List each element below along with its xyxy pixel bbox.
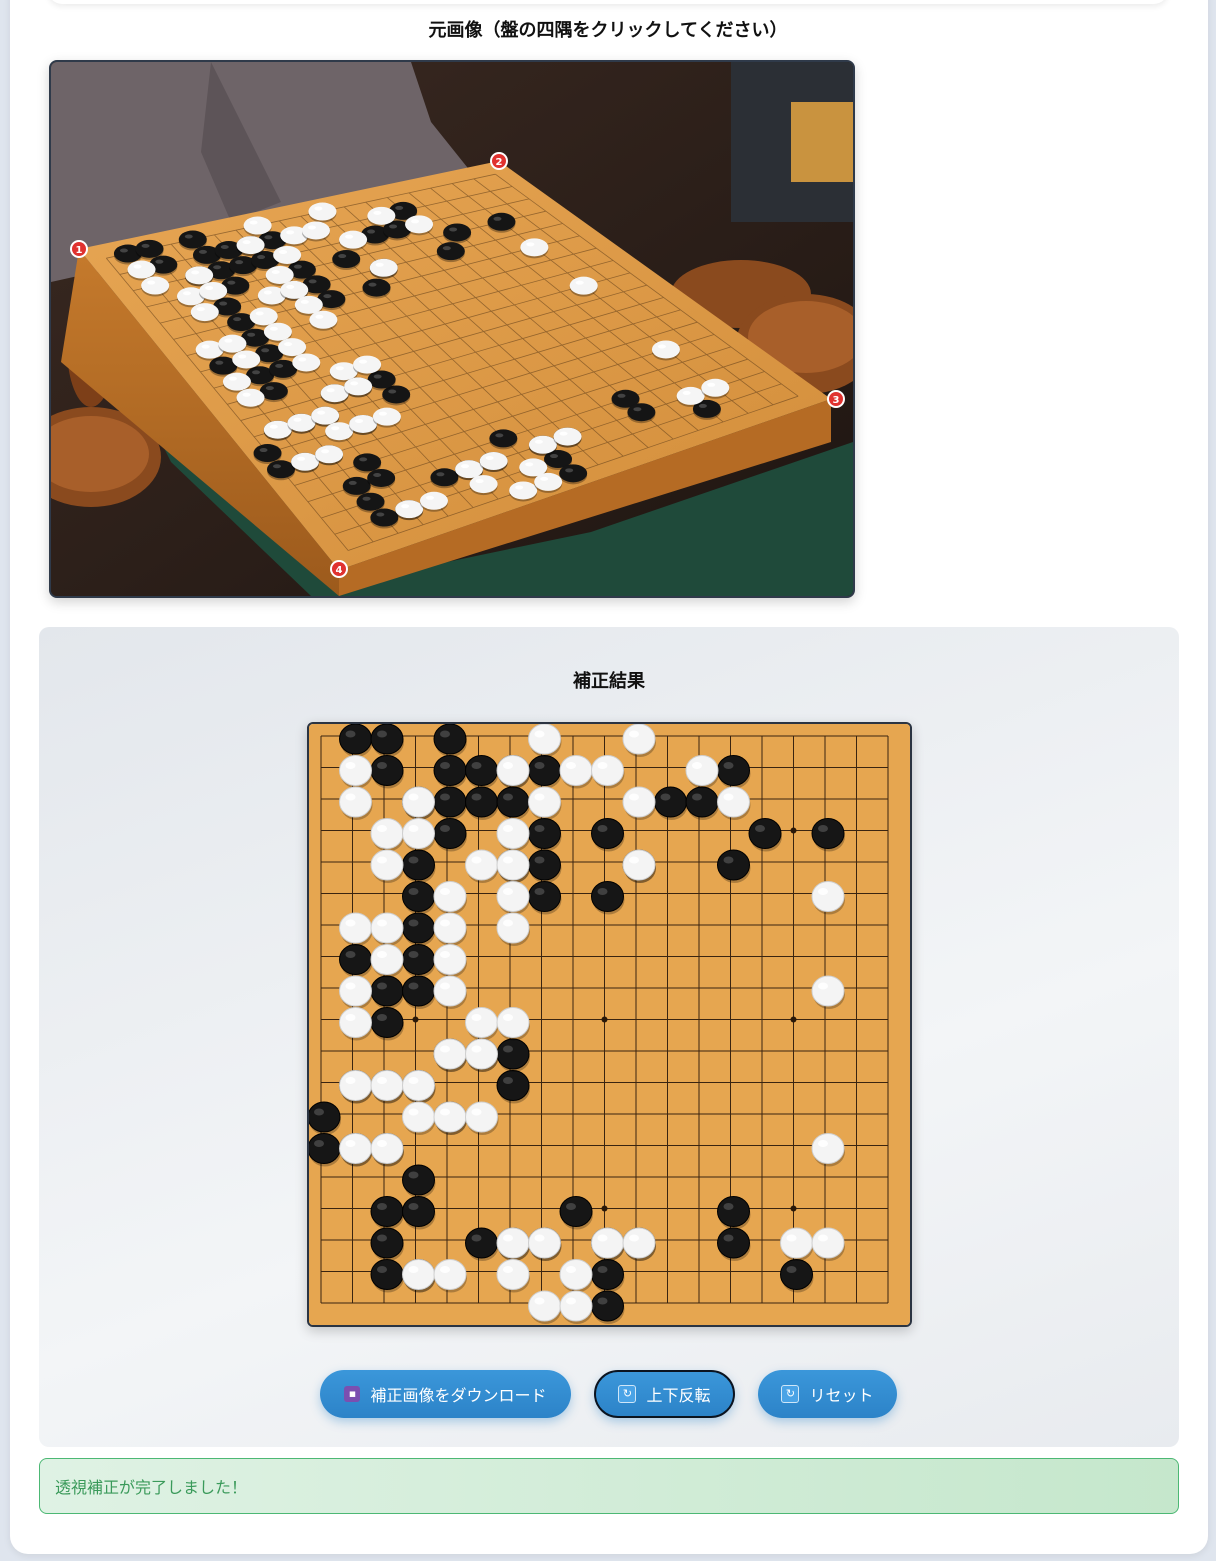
- result-panel: 補正結果 ▪ 補正画像をダウンロード ↻ 上下反転 ↻ リセット: [39, 627, 1179, 1447]
- reset-button-label: リセット: [809, 1386, 874, 1405]
- flip-vertical-button[interactable]: ↻ 上下反転: [594, 1370, 735, 1418]
- svg-text:3: 3: [833, 395, 840, 406]
- refresh-icon: ↻: [781, 1385, 800, 1403]
- download-button-label: 補正画像をダウンロード: [370, 1386, 547, 1405]
- refresh-icon: ↻: [618, 1385, 637, 1403]
- download-corrected-image-button[interactable]: ▪ 補正画像をダウンロード: [320, 1370, 571, 1418]
- previous-panel-edge: [48, 0, 1168, 4]
- original-image-canvas[interactable]: 1 2 3 4: [49, 60, 855, 598]
- flip-button-label: 上下反転: [646, 1386, 711, 1405]
- reset-button[interactable]: ↻ リセット: [758, 1370, 897, 1418]
- original-go-board-photo[interactable]: 1 2 3 4: [51, 62, 853, 596]
- original-image-title: 元画像（盤の四隅をクリックしてください）: [428, 20, 788, 41]
- svg-text:1: 1: [76, 245, 83, 256]
- corrected-board-image: [307, 722, 912, 1327]
- corner-marker-3[interactable]: 3: [827, 390, 845, 408]
- svg-text:2: 2: [496, 157, 503, 168]
- corner-marker-2[interactable]: 2: [490, 152, 508, 170]
- floppy-disk-icon: ▪: [344, 1386, 361, 1402]
- result-title: 補正結果: [573, 671, 645, 692]
- corner-marker-1[interactable]: 1: [70, 240, 88, 258]
- corner-marker-4[interactable]: 4: [330, 560, 348, 578]
- status-message: 透視補正が完了しました！: [39, 1458, 1179, 1514]
- svg-text:4: 4: [336, 565, 343, 576]
- corrected-go-board: [309, 724, 910, 1325]
